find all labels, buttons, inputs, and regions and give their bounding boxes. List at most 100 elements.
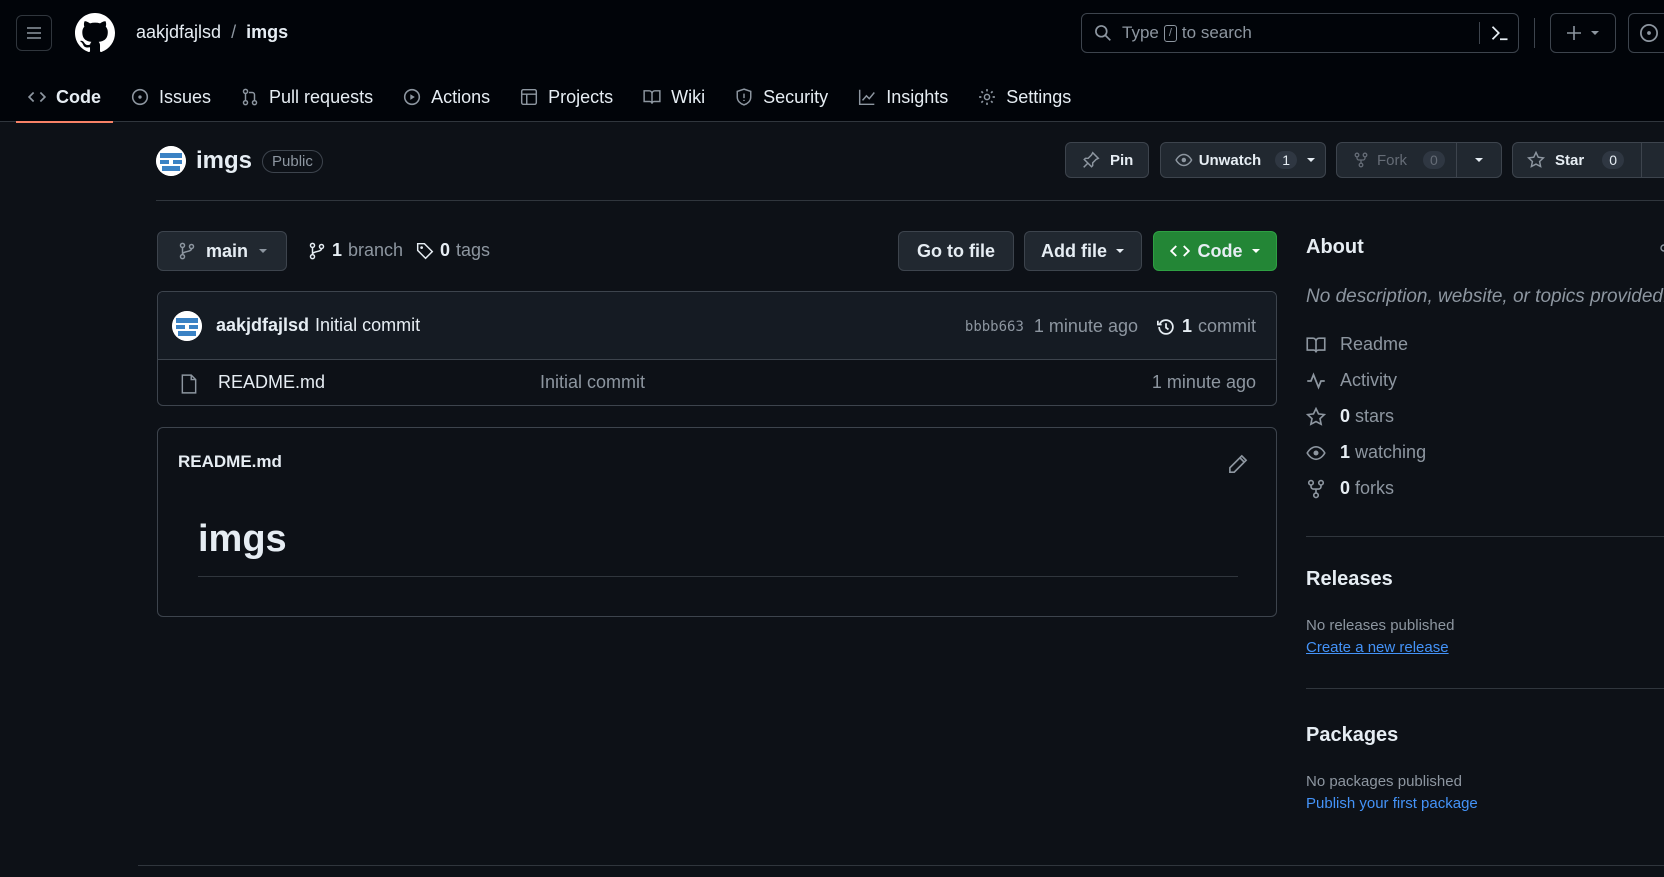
tab-code[interactable]: Code (16, 72, 113, 123)
file-row: README.md Initial commit 1 minute ago (158, 360, 1276, 405)
file-commit-message[interactable]: Initial commit (540, 372, 645, 393)
add-file-button[interactable]: Add file (1024, 231, 1142, 271)
go-to-file-button[interactable]: Go to file (898, 231, 1014, 271)
branch-selector[interactable]: main (157, 231, 287, 271)
publish-package-link[interactable]: Publish your first package (1306, 795, 1478, 812)
breadcrumb-separator: / (231, 22, 237, 42)
tab-issues-label: Issues (159, 86, 212, 107)
tab-pull-requests[interactable]: Pull requests (229, 72, 385, 122)
branches-link[interactable]: 1 branch (308, 240, 403, 261)
code-dropdown-button[interactable]: Code (1153, 231, 1277, 271)
tab-wiki[interactable]: Wiki (631, 72, 717, 122)
fork-counter: 0 (1423, 151, 1445, 169)
star-button-group: Star 0 (1512, 142, 1664, 178)
history-icon (1156, 318, 1174, 335)
title-divider (156, 200, 1664, 201)
eye-icon (1175, 153, 1193, 167)
activity-link-label: Activity (1340, 370, 1398, 390)
caret-down-icon (259, 249, 268, 253)
github-logo-icon[interactable] (75, 13, 115, 53)
commit-time: 1 minute ago (1033, 316, 1138, 336)
pin-label: Pin (1110, 151, 1134, 169)
file-browser: aakjdfajlsd Initial commit bbbb663 1 min… (157, 291, 1277, 406)
packages-title[interactable]: Packages (1306, 724, 1398, 747)
branch-count: 1 (332, 240, 343, 260)
tab-insights[interactable]: Insights (846, 72, 960, 122)
watching-word: watching (1355, 442, 1427, 462)
commit-meta: bbbb663 1 minute ago 1 commit (965, 316, 1256, 337)
file-name[interactable]: README.md (218, 372, 325, 393)
readme-filename[interactable]: README.md (178, 452, 282, 472)
search-shortcut-key: / (1163, 24, 1177, 42)
tags-link[interactable]: 0 tags (416, 240, 490, 261)
commit-message[interactable]: Initial commit (315, 315, 420, 336)
create-release-link[interactable]: Create a new release (1306, 639, 1449, 656)
forks-link[interactable]: 0 forks (1306, 478, 1394, 499)
caret-down-icon (1307, 158, 1315, 162)
about-settings-icon[interactable] (1656, 238, 1664, 258)
book-icon (1306, 336, 1326, 353)
play-icon (403, 88, 421, 106)
stars-link[interactable]: 0 stars (1306, 406, 1394, 427)
pencil-icon (1229, 454, 1248, 473)
star-button[interactable]: Star 0 (1513, 151, 1641, 169)
star-label: Star (1555, 151, 1585, 169)
commit-sha[interactable]: bbbb663 (965, 319, 1024, 335)
git-pull-request-icon (242, 88, 258, 106)
tab-issues[interactable]: Issues (119, 72, 223, 122)
tab-security[interactable]: Security (723, 72, 840, 122)
your-issues-button[interactable] (1628, 13, 1664, 53)
sidebar-divider (1306, 688, 1664, 689)
search-input[interactable]: Type / to search (1081, 13, 1519, 53)
fork-dropdown[interactable] (1457, 155, 1501, 165)
search-divider (1479, 22, 1480, 44)
global-header: aakjdfajlsd / imgs Type / to search Code… (0, 0, 1664, 123)
create-new-button[interactable] (1550, 13, 1616, 53)
releases-title[interactable]: Releases (1306, 568, 1393, 591)
pin-icon (1083, 151, 1100, 168)
commits-link[interactable]: 1 commit (1156, 316, 1256, 337)
command-palette-icon[interactable] (1490, 23, 1510, 43)
watchers-link[interactable]: 1 watching (1306, 442, 1426, 463)
shield-icon (736, 88, 752, 106)
visibility-badge: Public (262, 149, 323, 173)
watch-dropdown[interactable] (1297, 155, 1325, 165)
releases-empty-text: No releases published (1306, 617, 1455, 634)
tab-actions-label: Actions (431, 86, 491, 107)
sidebar-divider (1306, 536, 1664, 537)
forks-count: 0 (1340, 478, 1351, 498)
code-icon (28, 91, 46, 103)
activity-link[interactable]: Activity (1306, 370, 1397, 391)
tab-settings-label: Settings (1006, 86, 1072, 107)
search-placeholder-suffix: to search (1181, 23, 1252, 42)
forks-word: forks (1355, 478, 1395, 498)
readme-link[interactable]: Readme (1306, 334, 1408, 355)
pin-button[interactable]: Pin (1065, 142, 1149, 178)
fork-button[interactable]: Fork 0 (1337, 151, 1456, 169)
caret-down-icon (1591, 31, 1599, 35)
go-to-file-label: Go to file (917, 240, 995, 261)
branch-word: branch (348, 240, 404, 260)
commit-author-avatar[interactable] (172, 310, 202, 341)
owner-avatar[interactable] (156, 146, 186, 176)
unwatch-button[interactable]: Unwatch 1 (1161, 151, 1297, 169)
tab-actions[interactable]: Actions (391, 72, 502, 122)
footer-divider (138, 865, 1664, 866)
tab-settings[interactable]: Settings (966, 72, 1083, 122)
commit-author[interactable]: aakjdfajlsd (216, 315, 309, 336)
hamburger-menu-button[interactable] (16, 15, 52, 51)
graph-icon (859, 89, 876, 106)
issue-opened-icon (1640, 24, 1658, 42)
file-commit-time: 1 minute ago (1151, 372, 1256, 392)
breadcrumb-repo[interactable]: imgs (246, 22, 288, 43)
edit-readme-button[interactable] (1228, 454, 1248, 474)
packages-empty-text: No packages published (1306, 773, 1462, 790)
repo-nav: Code Issues Pull requests Actions Projec… (16, 72, 1089, 123)
readme-heading-rule (198, 576, 1238, 577)
repo-name[interactable]: imgs (196, 147, 252, 175)
git-branch-icon (179, 242, 195, 260)
tab-projects[interactable]: Projects (508, 72, 625, 122)
breadcrumb-owner[interactable]: aakjdfajlsd (136, 22, 221, 43)
watch-button[interactable]: Unwatch 1 (1160, 142, 1326, 178)
eye-icon (1306, 445, 1326, 460)
